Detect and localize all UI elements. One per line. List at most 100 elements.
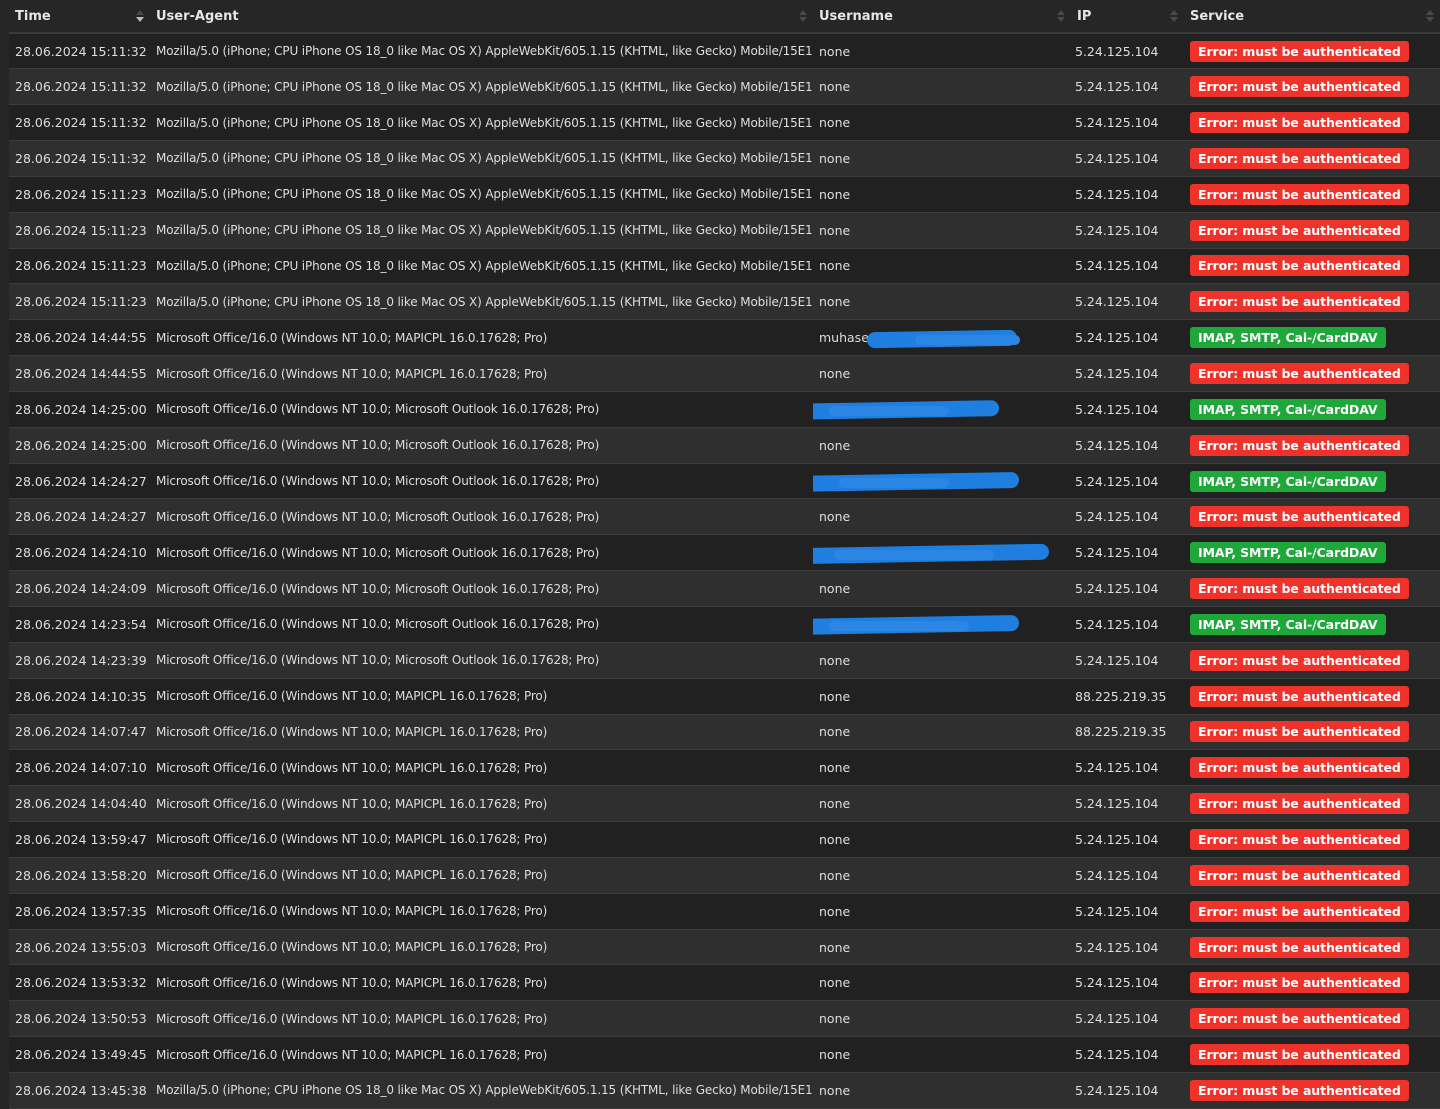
user-agent-cell: Mozilla/5.0 (iPhone; CPU iPhone OS 18_0 …: [150, 140, 813, 177]
user-agent-cell: Microsoft Office/16.0 (Windows NT 10.0; …: [150, 964, 813, 1002]
service-error-badge: Error: must be authenticated: [1190, 793, 1409, 815]
username-cell: none: [813, 821, 1071, 858]
ip-cell: 5.24.125.104: [1071, 964, 1184, 1002]
time-cell: 28.06.2024 13:49:45: [9, 1036, 150, 1073]
service-error-badge: Error: must be authenticated: [1190, 112, 1409, 134]
time-cell: 28.06.2024 13:57:35: [9, 893, 150, 930]
service-error-badge: Error: must be authenticated: [1190, 76, 1409, 98]
sort-icon[interactable]: [799, 8, 807, 24]
column-header-label: Username: [819, 8, 893, 24]
service-cell: Error: must be authenticated: [1184, 714, 1440, 751]
redacted-username: [813, 543, 1050, 565]
service-cell: Error: must be authenticated: [1184, 355, 1440, 392]
table-row: 28.06.2024 14:10:35 Microsoft Office/16.0…: [9, 678, 1440, 715]
user-agent-cell: Mozilla/5.0 (iPhone; CPU iPhone OS 18_0 …: [150, 1072, 813, 1109]
column-header-label: User-Agent: [156, 8, 239, 24]
time-cell: 28.06.2024 15:11:32: [9, 68, 150, 106]
ip-cell: 5.24.125.104: [1071, 857, 1184, 894]
service-cell: Error: must be authenticated: [1184, 678, 1440, 715]
username-cell: none: [813, 678, 1071, 715]
table-row: 28.06.2024 13:59:47 Microsoft Office/16.0…: [9, 821, 1440, 858]
service-success-badge: IMAP, SMTP, Cal-/CardDAV: [1190, 327, 1386, 349]
time-cell: 28.06.2024 14:07:10: [9, 749, 150, 787]
service-error-badge: Error: must be authenticated: [1190, 1079, 1409, 1101]
service-error-badge: Error: must be authenticated: [1190, 291, 1409, 313]
table-row: 28.06.2024 13:53:32 Microsoft Office/16.0…: [9, 964, 1440, 1002]
table-row: 28.06.2024 14:04:40 Microsoft Office/16.0…: [9, 785, 1440, 823]
user-agent-cell: Microsoft Office/16.0 (Windows NT 10.0; …: [150, 749, 813, 787]
column-header-ip[interactable]: IP: [1071, 0, 1184, 34]
time-cell: 28.06.2024 14:10:35: [9, 678, 150, 715]
service-error-badge: Error: must be authenticated: [1190, 864, 1409, 886]
sort-descending-icon[interactable]: [136, 8, 144, 24]
table-row: 28.06.2024 14:44:55 Microsoft Office/16.0…: [9, 355, 1440, 392]
time-cell: 28.06.2024 15:11:32: [9, 104, 150, 142]
username-cell: none: [813, 498, 1071, 536]
redaction-scribble: [829, 621, 969, 632]
user-agent-cell: Microsoft Office/16.0 (Windows NT 10.0; …: [150, 929, 813, 966]
ip-cell: 88.225.219.35: [1071, 678, 1184, 715]
column-header-service[interactable]: Service: [1184, 0, 1440, 34]
sort-icon[interactable]: [1057, 8, 1065, 24]
ip-cell: 5.24.125.104: [1071, 785, 1184, 823]
column-header-time[interactable]: Time: [9, 0, 150, 34]
service-cell: Error: must be authenticated: [1184, 929, 1440, 966]
service-cell: Error: must be authenticated: [1184, 785, 1440, 823]
sort-icon[interactable]: [1426, 8, 1434, 24]
table-row: 28.06.2024 15:11:23 Mozilla/5.0 (iPhone; …: [9, 212, 1440, 249]
redaction-scribble: [839, 478, 949, 489]
username-cell: none: [813, 283, 1071, 321]
ip-cell: 5.24.125.104: [1071, 1036, 1184, 1073]
time-cell: 28.06.2024 14:24:27: [9, 498, 150, 536]
user-agent-cell: Microsoft Office/16.0 (Windows NT 10.0; …: [150, 1000, 813, 1038]
service-cell: Error: must be authenticated: [1184, 570, 1440, 607]
user-agent-cell: Microsoft Office/16.0 (Windows NT 10.0; …: [150, 391, 813, 428]
table-row: 28.06.2024 14:44:55 Microsoft Office/16.0…: [9, 319, 1440, 357]
table-body: 28.06.2024 15:11:32 Mozilla/5.0 (iPhone; …: [9, 33, 1440, 1109]
table-row: 28.06.2024 13:45:38 Mozilla/5.0 (iPhone; …: [9, 1072, 1440, 1109]
service-error-badge: Error: must be authenticated: [1190, 1044, 1409, 1066]
ip-cell: 88.225.219.35: [1071, 714, 1184, 751]
service-error-badge: Error: must be authenticated: [1190, 757, 1409, 779]
table-row: 28.06.2024 14:25:00 Microsoft Office/16.0…: [9, 427, 1440, 464]
service-success-badge: IMAP, SMTP, Cal-/CardDAV: [1190, 470, 1386, 492]
username-cell: none: [813, 1036, 1071, 1073]
time-cell: 28.06.2024 14:04:40: [9, 785, 150, 823]
service-error-badge: Error: must be authenticated: [1190, 40, 1409, 62]
service-error-badge: Error: must be authenticated: [1190, 147, 1409, 169]
ip-cell: 5.24.125.104: [1071, 1000, 1184, 1038]
ip-cell: 5.24.125.104: [1071, 570, 1184, 607]
service-error-badge: Error: must be authenticated: [1190, 506, 1409, 528]
username-cell: [813, 391, 1071, 428]
redaction-scribble: [829, 406, 949, 417]
table-row: 28.06.2024 14:24:10 Microsoft Office/16.0…: [9, 534, 1440, 572]
table-row: 28.06.2024 14:23:39 Microsoft Office/16.0…: [9, 642, 1440, 679]
service-cell: Error: must be authenticated: [1184, 248, 1440, 285]
service-error-badge: Error: must be authenticated: [1190, 721, 1409, 743]
time-cell: 28.06.2024 13:53:32: [9, 964, 150, 1002]
time-cell: 28.06.2024 15:11:23: [9, 212, 150, 249]
table-row: 28.06.2024 15:11:32 Mozilla/5.0 (iPhone; …: [9, 104, 1440, 142]
ip-cell: 5.24.125.104: [1071, 893, 1184, 930]
service-cell: Error: must be authenticated: [1184, 893, 1440, 930]
ip-cell: 5.24.125.104: [1071, 642, 1184, 679]
user-agent-cell: Mozilla/5.0 (iPhone; CPU iPhone OS 18_0 …: [150, 104, 813, 142]
sort-icon[interactable]: [1170, 8, 1178, 24]
service-success-badge: IMAP, SMTP, Cal-/CardDAV: [1190, 542, 1386, 564]
service-error-badge: Error: must be authenticated: [1190, 363, 1409, 385]
service-error-badge: Error: must be authenticated: [1190, 1008, 1409, 1030]
column-header-user-agent[interactable]: User-Agent: [150, 0, 813, 34]
service-success-badge: IMAP, SMTP, Cal-/CardDAV: [1190, 398, 1386, 420]
time-cell: 28.06.2024 14:24:10: [9, 534, 150, 572]
column-header-username[interactable]: Username: [813, 0, 1071, 34]
table-row: 28.06.2024 15:11:23 Mozilla/5.0 (iPhone; …: [9, 248, 1440, 285]
service-cell: Error: must be authenticated: [1184, 857, 1440, 894]
table-row: 28.06.2024 15:11:32 Mozilla/5.0 (iPhone; …: [9, 33, 1440, 70]
service-error-badge: Error: must be authenticated: [1190, 972, 1409, 994]
table-row: 28.06.2024 14:23:54 Microsoft Office/16.0…: [9, 606, 1440, 643]
username-cell: none: [813, 570, 1071, 607]
service-cell: Error: must be authenticated: [1184, 642, 1440, 679]
ip-cell: 5.24.125.104: [1071, 68, 1184, 106]
table-row: 28.06.2024 14:07:47 Microsoft Office/16.0…: [9, 714, 1440, 751]
username-cell: none: [813, 248, 1071, 285]
